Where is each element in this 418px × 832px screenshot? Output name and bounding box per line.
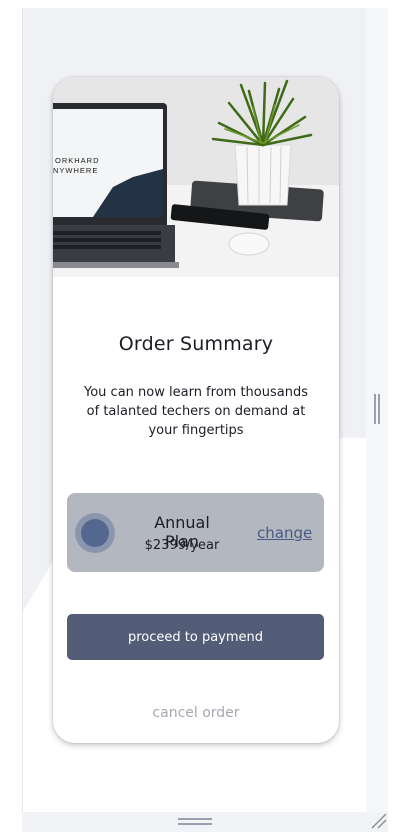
plan-price: $2399/year	[144, 538, 220, 553]
laptop-screen-line-2: NYWHERE	[53, 166, 98, 175]
order-description: You can now learn from thousands of tala…	[84, 385, 308, 438]
change-plan-link[interactable]: change	[257, 524, 312, 542]
resize-handle-icon[interactable]	[178, 818, 212, 826]
radio-selected-icon[interactable]	[75, 513, 115, 553]
proceed-to-payment-button[interactable]: proceed to paymend	[67, 614, 324, 660]
resize-grip-icon[interactable]	[370, 812, 388, 830]
plan-selector-card[interactable]: Annual Plan $2399/year change	[67, 493, 324, 572]
order-summary-card: ORKHARD NYWHERE Order Summary You can no…	[53, 77, 339, 743]
cancel-order-link[interactable]: cancel order	[53, 705, 339, 721]
resize-handle-icon[interactable]	[374, 394, 380, 424]
page-title: Order Summary	[118, 333, 274, 355]
hero-image: ORKHARD NYWHERE	[53, 77, 339, 277]
laptop-screen-line-1: ORKHARD	[55, 156, 100, 165]
viewport-frame: ORKHARD NYWHERE Order Summary You can no…	[22, 8, 368, 812]
